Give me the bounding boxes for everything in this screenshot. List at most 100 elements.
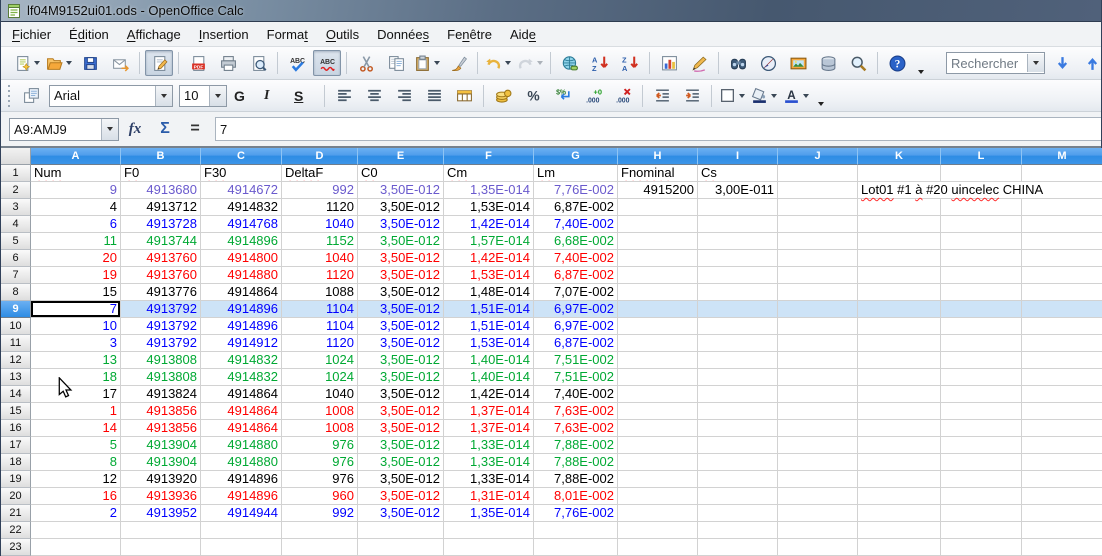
borders-button-dropdown-arrow[interactable] (739, 94, 745, 98)
cell-L17[interactable] (941, 437, 1022, 454)
cell-G15[interactable]: 7,63E-002 (534, 403, 618, 420)
cell-B17[interactable]: 4913904 (121, 437, 201, 454)
cell-K20[interactable] (858, 488, 941, 505)
cell-D17[interactable]: 976 (282, 437, 358, 454)
row-header-2[interactable]: 2 (1, 182, 31, 199)
cell-J1[interactable] (778, 165, 858, 182)
cell-E15[interactable]: 3,50E-012 (358, 403, 444, 420)
cell-I23[interactable] (698, 539, 778, 556)
cell-L8[interactable] (941, 284, 1022, 301)
new-document-button-dropdown-arrow[interactable] (34, 61, 40, 65)
cell-D8[interactable]: 1088 (282, 284, 358, 301)
cell-B10[interactable]: 4913792 (121, 318, 201, 335)
row-header-7[interactable]: 7 (1, 267, 31, 284)
cell-G4[interactable]: 7,40E-002 (534, 216, 618, 233)
font-color-button[interactable]: A (781, 83, 811, 109)
cell-E13[interactable]: 3,50E-012 (358, 369, 444, 386)
cell-J8[interactable] (778, 284, 858, 301)
cell-J13[interactable] (778, 369, 858, 386)
toolbar-overflow-button[interactable] (814, 82, 827, 109)
cell-A8[interactable]: 15 (31, 284, 121, 301)
insert-chart-button[interactable] (655, 50, 683, 76)
cell-E23[interactable] (358, 539, 444, 556)
cell-C12[interactable]: 4914832 (201, 352, 282, 369)
sum-button[interactable]: Σ (151, 116, 179, 142)
cell-M14[interactable] (1022, 386, 1102, 403)
cell-D19[interactable]: 976 (282, 471, 358, 488)
cell-B21[interactable]: 4913952 (121, 505, 201, 522)
zoom-button[interactable] (844, 50, 872, 76)
cell-B22[interactable] (121, 522, 201, 539)
cell-H3[interactable] (618, 199, 698, 216)
cell-B16[interactable]: 4913856 (121, 420, 201, 437)
cell-E6[interactable]: 3,50E-012 (358, 250, 444, 267)
column-header-B[interactable]: B (121, 148, 201, 165)
justify-button[interactable] (420, 83, 448, 109)
cell-B20[interactable]: 4913936 (121, 488, 201, 505)
cell-D12[interactable]: 1024 (282, 352, 358, 369)
align-left-button[interactable] (330, 83, 358, 109)
cell-K2[interactable]: Lot01 #1 à #20 uincelec CHINA (858, 182, 941, 199)
name-box-value[interactable]: A9:AMJ9 (10, 122, 101, 137)
cell-D20[interactable]: 960 (282, 488, 358, 505)
cell-M16[interactable] (1022, 420, 1102, 437)
cell-G16[interactable]: 7,63E-002 (534, 420, 618, 437)
add-decimal-button[interactable]: +0.000 (579, 83, 607, 109)
cell-H1[interactable]: Fnominal (618, 165, 698, 182)
cell-B3[interactable]: 4913712 (121, 199, 201, 216)
cell-J16[interactable] (778, 420, 858, 437)
cell-A9[interactable]: 7 (31, 301, 121, 318)
font-name-combobox-arrow[interactable] (155, 86, 172, 106)
cell-E2[interactable]: 3,50E-012 (358, 182, 444, 199)
row-header-23[interactable]: 23 (1, 539, 31, 556)
formula-input-line[interactable] (216, 118, 1101, 140)
cell-E17[interactable]: 3,50E-012 (358, 437, 444, 454)
row-header-3[interactable]: 3 (1, 199, 31, 216)
italic-button[interactable]: I (261, 83, 289, 109)
cell-K4[interactable] (858, 216, 941, 233)
cell-D14[interactable]: 1040 (282, 386, 358, 403)
cell-I10[interactable] (698, 318, 778, 335)
undo-button[interactable] (483, 50, 513, 76)
row-header-21[interactable]: 21 (1, 505, 31, 522)
cell-I20[interactable] (698, 488, 778, 505)
cell-F14[interactable]: 1,42E-014 (444, 386, 534, 403)
cell-M20[interactable] (1022, 488, 1102, 505)
cell-B7[interactable]: 4913760 (121, 267, 201, 284)
cell-H4[interactable] (618, 216, 698, 233)
cell-E4[interactable]: 3,50E-012 (358, 216, 444, 233)
cell-D1[interactable]: DeltaF (282, 165, 358, 182)
borders-button[interactable] (717, 83, 747, 109)
cell-E3[interactable]: 3,50E-012 (358, 199, 444, 216)
cell-I18[interactable] (698, 454, 778, 471)
cell-C4[interactable]: 4914768 (201, 216, 282, 233)
cell-C14[interactable]: 4914864 (201, 386, 282, 403)
cell-L14[interactable] (941, 386, 1022, 403)
cell-D13[interactable]: 1024 (282, 369, 358, 386)
cell-D11[interactable]: 1120 (282, 335, 358, 352)
cell-E22[interactable] (358, 522, 444, 539)
row-header-11[interactable]: 11 (1, 335, 31, 352)
cell-B18[interactable]: 4913904 (121, 454, 201, 471)
cell-C22[interactable] (201, 522, 282, 539)
cell-K21[interactable] (858, 505, 941, 522)
cell-F22[interactable] (444, 522, 534, 539)
cell-B15[interactable]: 4913856 (121, 403, 201, 420)
cell-C6[interactable]: 4914800 (201, 250, 282, 267)
row-header-17[interactable]: 17 (1, 437, 31, 454)
cell-I11[interactable] (698, 335, 778, 352)
cell-G11[interactable]: 6,87E-002 (534, 335, 618, 352)
menu-insertion[interactable]: Insertion (190, 22, 258, 46)
cell-A14[interactable]: 17 (31, 386, 121, 403)
cell-L10[interactable] (941, 318, 1022, 335)
cell-M22[interactable] (1022, 522, 1102, 539)
formatting-toolbar-grip[interactable] (6, 85, 11, 107)
cell-K9[interactable] (858, 301, 941, 318)
cell-F10[interactable]: 1,51E-014 (444, 318, 534, 335)
cell-A15[interactable]: 1 (31, 403, 121, 420)
open-button-dropdown-arrow[interactable] (66, 61, 72, 65)
cell-G2[interactable]: 7,76E-002 (534, 182, 618, 199)
menu-format[interactable]: Format (258, 22, 317, 46)
cell-A19[interactable]: 12 (31, 471, 121, 488)
cell-A18[interactable]: 8 (31, 454, 121, 471)
